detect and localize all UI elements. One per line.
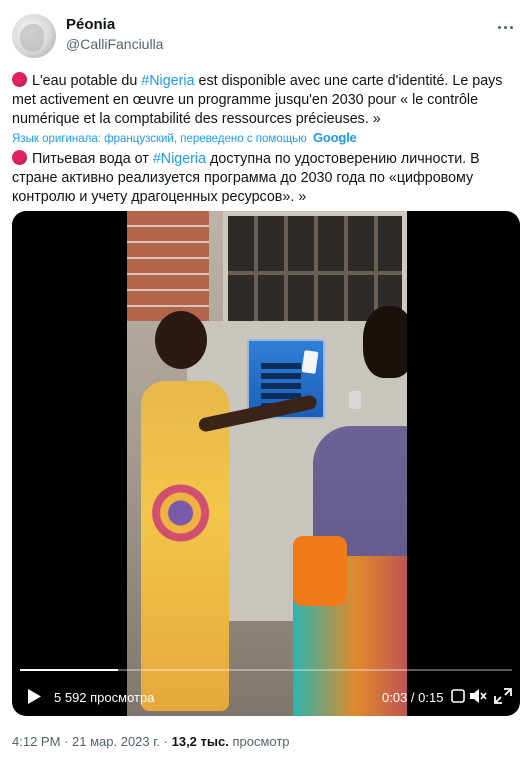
more-icon[interactable] [492,16,518,38]
child-figure [139,311,318,716]
video-progress-bar[interactable] [20,669,512,671]
tweet-text-original: L'eau potable du #Nigeria est disponible… [12,72,522,129]
tweet-time[interactable]: 4:12 PM [12,734,60,749]
views-count: 13,2 тыс. [171,734,229,749]
tweet-meta: 4:12 PM · 21 мар. 2023 г. · 13,2 тыс. пр… [12,734,290,749]
tweet-text-translated-before: Питьевая вода от [32,151,153,167]
tweet-date[interactable]: 21 мар. 2023 г. [72,734,160,749]
woman-figure [293,306,407,716]
translation-note-text: Язык оригинала: французский, переведено … [12,133,307,145]
video-player[interactable]: 5 592 просмотра 0:03 / 0:15 [12,211,520,716]
video-views: 5 592 просмотра [54,690,155,705]
avatar[interactable] [12,14,56,58]
video-frame [127,211,407,716]
video-time: 0:03 / 0:15 [382,690,444,705]
red-circle-emoji [12,150,27,165]
video-controls: 5 592 просмотра 0:03 / 0:15 [12,681,520,711]
red-circle-emoji [12,72,27,87]
translation-note[interactable]: Язык оригинала: французский, переведено … [12,130,357,145]
hashtag-link[interactable]: #Nigeria [153,151,206,167]
hashtag-link[interactable]: #Nigeria [141,73,194,89]
meta-separator: · [163,734,168,749]
video-progress-fill [20,669,119,671]
expand-icon[interactable] [493,687,513,705]
play-icon[interactable] [26,688,42,705]
gif-icon[interactable] [450,687,470,705]
tweet: Péonia @CalliFanciulla L'eau potable du … [0,0,528,762]
author-handle[interactable]: @CalliFanciulla [66,36,163,52]
author-name[interactable]: Péonia [66,16,115,33]
meta-separator: · [64,734,69,749]
tweet-text-original-before: L'eau potable du [32,73,142,89]
tweet-text-translated: Питьевая вода от #Nigeria доступна по уд… [12,150,522,207]
mute-icon[interactable] [468,687,488,705]
google-logo: Google [313,130,357,145]
views-label: просмотр [232,734,290,749]
